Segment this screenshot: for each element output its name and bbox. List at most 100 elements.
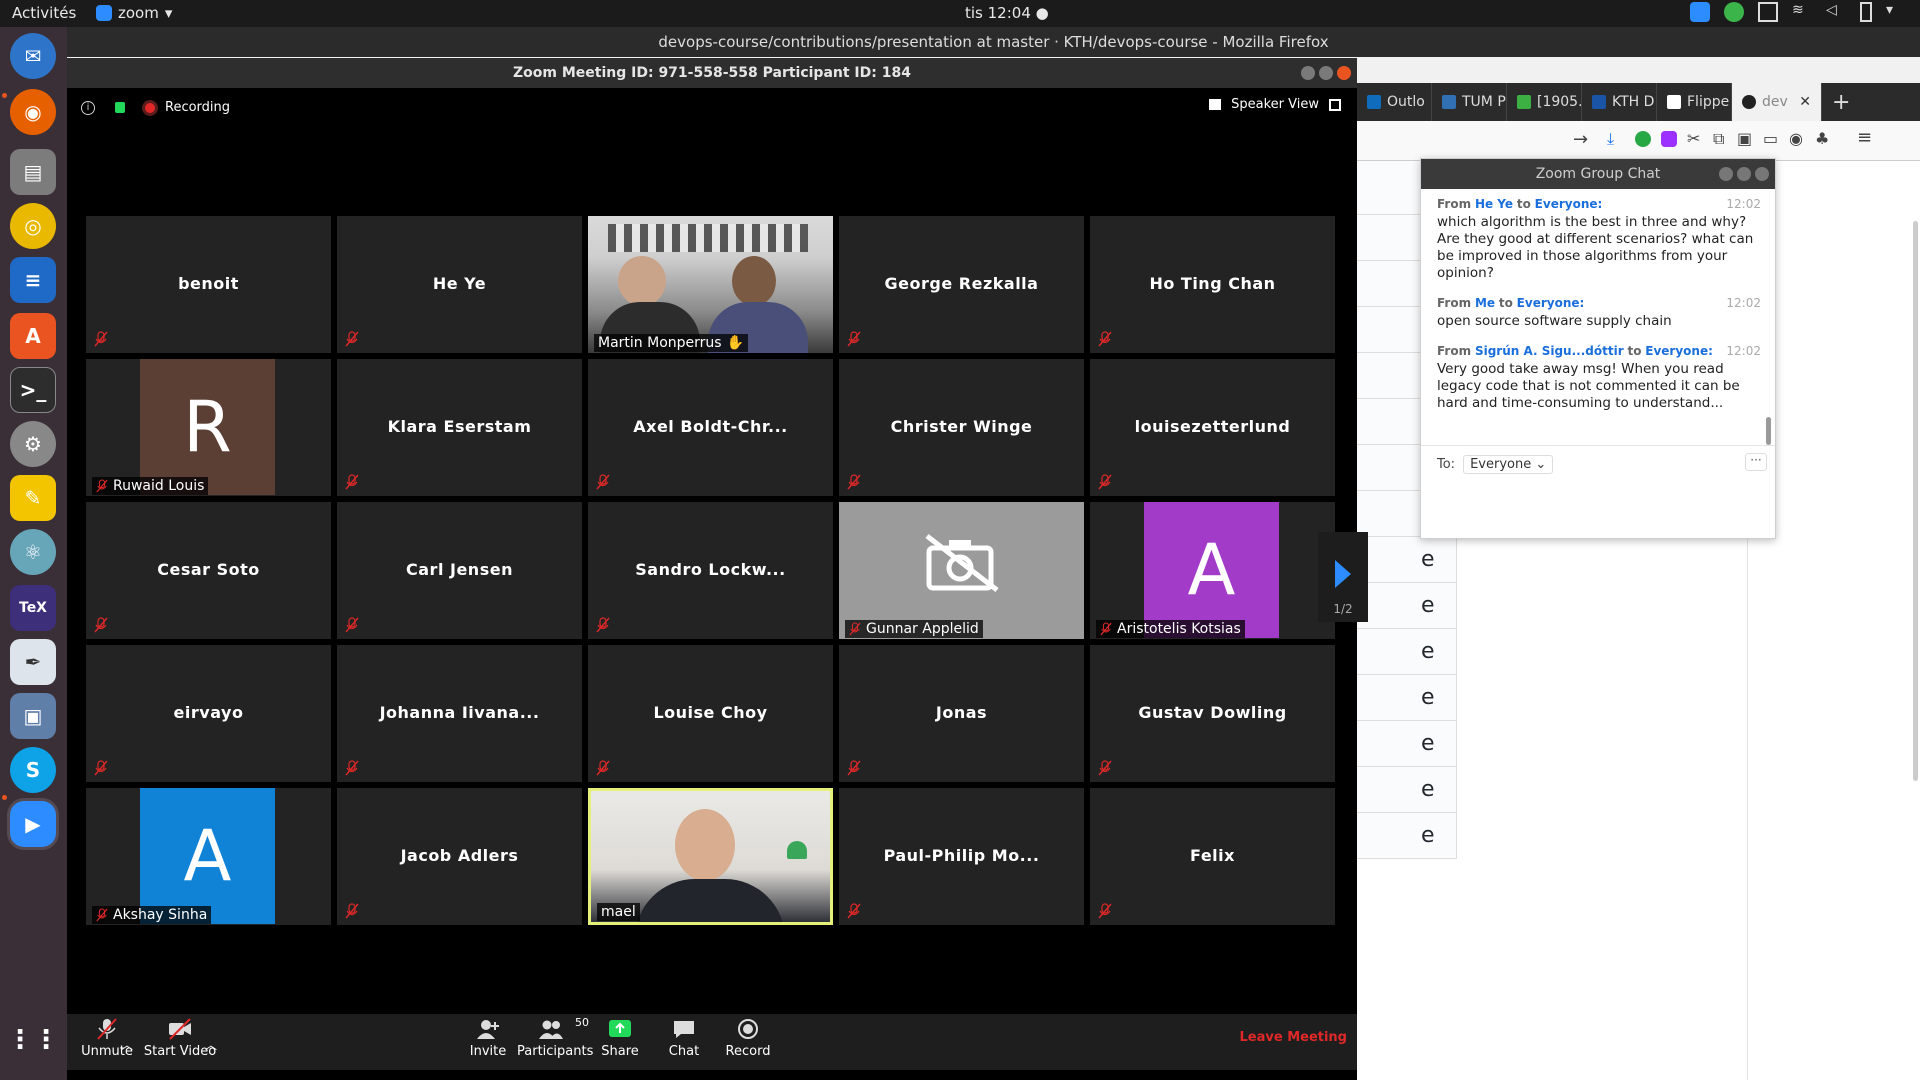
participant-tile[interactable]: Klara Eserstam (337, 359, 582, 496)
participant-tile[interactable]: R Ruwaid Louis (86, 359, 331, 496)
participant-tile[interactable]: louisezetterlund (1090, 359, 1335, 496)
participant-tile[interactable]: Jacob Adlers (337, 788, 582, 925)
participant-tile[interactable]: Sandro Lockw... (588, 502, 833, 639)
show-applications-icon[interactable]: ⋮⋮ (7, 1017, 59, 1063)
account-icon[interactable]: ◉ (1789, 129, 1803, 148)
tab-github[interactable]: dev ✕ (1732, 83, 1822, 121)
thunderbird-icon[interactable]: ✉ (10, 33, 56, 79)
page-row[interactable]: e (1357, 583, 1457, 629)
share-button[interactable]: Share (595, 1018, 645, 1059)
notes-icon[interactable]: ✎ (10, 475, 56, 521)
screenshot-icon[interactable]: ▣ (10, 693, 56, 739)
cut-icon[interactable]: ✂ (1687, 129, 1700, 148)
copy-icon[interactable]: ⧉ (1713, 129, 1724, 149)
participant-tile[interactable]: Felix (1090, 788, 1335, 925)
skype-icon[interactable]: S (10, 747, 56, 793)
power-menu-icon[interactable]: ▾ (1886, 2, 1906, 22)
page-row[interactable]: e (1357, 629, 1457, 675)
fullscreen-icon[interactable] (1329, 98, 1341, 111)
maximize-button[interactable] (1319, 66, 1333, 80)
page-row[interactable]: e (1357, 721, 1457, 767)
info-icon[interactable]: i (81, 100, 95, 115)
download-icon[interactable]: ⤓ (1607, 129, 1614, 149)
zoom-dock-icon[interactable]: ▶ (10, 801, 56, 847)
activities-button[interactable]: Activités (12, 4, 76, 22)
participant-tile[interactable]: He Ye (337, 216, 582, 353)
library-icon[interactable]: ▭ (1763, 129, 1778, 148)
next-page-button[interactable]: 1/2 (1318, 532, 1368, 622)
tab-arxiv[interactable]: [1905. (1507, 83, 1582, 121)
atom-icon[interactable]: ⚛ (10, 529, 56, 575)
libreoffice-writer-icon[interactable]: ≡ (10, 257, 56, 303)
edit-tray-icon[interactable] (1758, 2, 1778, 22)
participant-tile[interactable]: Paul-Philip Mo... (839, 788, 1084, 925)
clock[interactable]: tis 12:04 ● (965, 4, 1049, 22)
texstudio-icon[interactable]: TeX (10, 585, 56, 631)
page-row[interactable]: e (1357, 675, 1457, 721)
page-row[interactable]: e (1357, 767, 1457, 813)
volume-muted-icon[interactable]: ◁ (1826, 2, 1846, 22)
participant-tile[interactable]: Martin Monperrus ✋ (588, 216, 833, 353)
participant-tile[interactable]: Louise Choy (588, 645, 833, 782)
chat-more-button[interactable]: ··· (1745, 453, 1767, 471)
participant-tile[interactable]: benoit (86, 216, 331, 353)
close-tab-icon[interactable]: ✕ (1799, 94, 1811, 110)
participant-tile[interactable]: Johanna Iivana... (337, 645, 582, 782)
software-center-icon[interactable]: A (10, 313, 56, 359)
close-button[interactable] (1337, 66, 1351, 80)
tab-kth[interactable]: KTH D (1582, 83, 1657, 121)
page-scrollbar[interactable] (1913, 221, 1918, 781)
app-menu[interactable]: zoom ▾ (96, 4, 172, 22)
go-arrow-icon[interactable]: → (1573, 129, 1588, 150)
tab-wikipedia[interactable]: Flippe (1657, 83, 1732, 121)
chat-close-button[interactable] (1755, 167, 1769, 181)
extension-icon[interactable] (1635, 131, 1651, 147)
chat-input[interactable] (1431, 479, 1765, 529)
video-options-chevron-up-icon[interactable]: ︿ (205, 1036, 217, 1053)
tab-outlook[interactable]: Outlo (1357, 83, 1432, 121)
chat-scrollbar[interactable] (1766, 417, 1771, 445)
minimize-button[interactable] (1301, 66, 1315, 80)
leave-meeting-button[interactable]: Leave Meeting (1240, 1030, 1348, 1045)
settings-icon[interactable]: ⚙ (10, 421, 56, 467)
encryption-lock-icon[interactable] (115, 102, 125, 113)
extension-icon[interactable] (1661, 131, 1677, 147)
participant-tile[interactable]: Christer Winge (839, 359, 1084, 496)
invite-button[interactable]: Invite (463, 1018, 513, 1059)
tab-tum[interactable]: TUM P (1432, 83, 1507, 121)
participant-tile[interactable]: Carl Jensen (337, 502, 582, 639)
chat-button[interactable]: Chat (659, 1018, 709, 1059)
participant-tile[interactable]: Gustav Dowling (1090, 645, 1335, 782)
participant-tile[interactable]: A Aristotelis Kotsias (1090, 502, 1335, 639)
update-tray-icon[interactable] (1724, 2, 1744, 22)
zoom-tray-icon[interactable] (1690, 2, 1710, 22)
participant-tile[interactable]: Axel Boldt-Chr... (588, 359, 833, 496)
participant-tile[interactable]: A Akshay Sinha (86, 788, 331, 925)
recipient-select[interactable]: Everyone ⌄ (1463, 455, 1554, 474)
rhythmbox-icon[interactable]: ◎ (10, 203, 56, 249)
battery-icon[interactable] (1860, 2, 1872, 22)
participant-tile[interactable]: Ho Ting Chan (1090, 216, 1335, 353)
participant-tile[interactable]: Cesar Soto (86, 502, 331, 639)
participant-tile[interactable]: mael (588, 788, 833, 925)
speaker-view-button[interactable]: Speaker View (1209, 97, 1341, 112)
chat-maximize-button[interactable] (1737, 167, 1751, 181)
participants-button[interactable]: Participants 50 (517, 1016, 593, 1059)
texmaker-icon[interactable]: ✒ (10, 639, 56, 685)
terminal-icon[interactable]: >_ (10, 367, 56, 413)
participant-tile[interactable]: Gunnar Applelid (839, 502, 1084, 639)
audio-options-chevron-up-icon[interactable]: ︿ (121, 1036, 133, 1053)
participant-tile[interactable]: eirvayo (86, 645, 331, 782)
paste-icon[interactable]: ▣ (1737, 129, 1752, 148)
firefox-icon[interactable]: ◉ (10, 89, 56, 135)
sync-icon[interactable]: ♣ (1815, 129, 1829, 148)
files-icon[interactable]: ▤ (10, 149, 56, 195)
chat-minimize-button[interactable] (1719, 167, 1733, 181)
wifi-icon[interactable]: ≋ (1792, 2, 1812, 22)
menu-icon[interactable]: ≡ (1857, 127, 1872, 148)
page-row[interactable]: e (1357, 537, 1457, 583)
page-row[interactable]: e (1357, 813, 1457, 859)
participant-tile[interactable]: Jonas (839, 645, 1084, 782)
participant-tile[interactable]: George Rezkalla (839, 216, 1084, 353)
new-tab-icon[interactable]: + (1822, 90, 1860, 115)
